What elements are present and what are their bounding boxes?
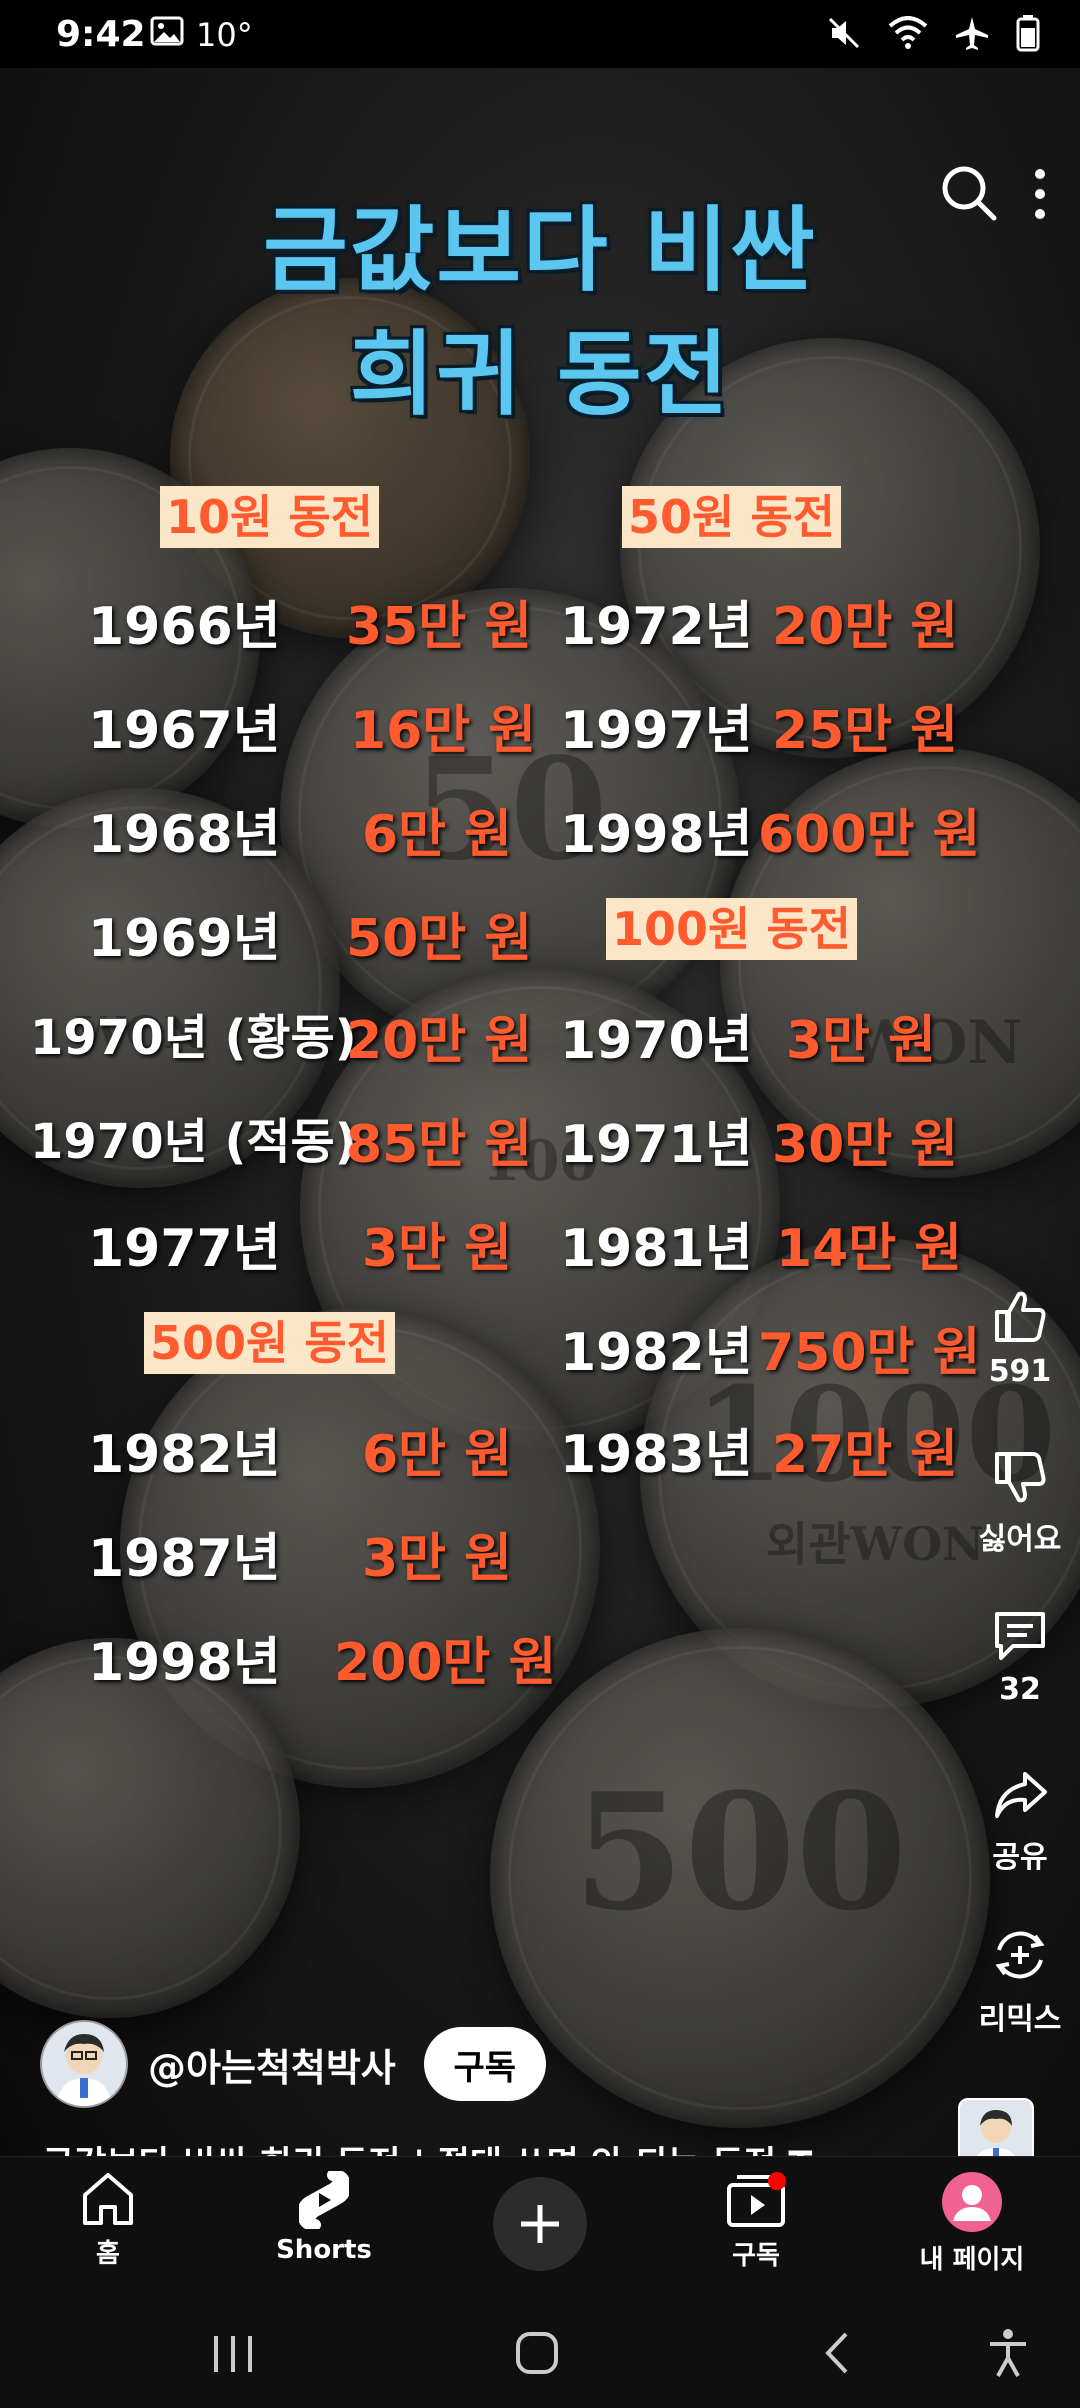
coin-year: 1970년 (황동) [30,1010,357,1066]
thumbs-down-icon [991,1452,1049,1510]
comment-count: 32 [999,1672,1041,1707]
video-description[interactable]: 금값보다 비싼 희귀 동전 | 절대 쓰면 안 되는 동전 T ... [42,2136,864,2156]
coin-year: 1987년 [88,1529,281,1589]
home-system-icon[interactable] [514,2330,560,2380]
wifi-icon [888,16,928,54]
coin-price: 20만 원 [346,1011,533,1071]
coin-image: 500 [490,1628,990,2128]
nav-home-label: 홈 [96,2239,120,2269]
coin-price: 50만 원 [346,909,533,969]
channel-info: @아는척척박사 구독 [40,2020,546,2108]
remix-button[interactable]: 리믹스 [960,1924,1080,2038]
video-title-line2: 희귀 동전 [349,321,731,428]
coin-price: 3만 원 [362,1529,512,1589]
nav-my-page[interactable]: 내 페이지 [892,2171,1052,2276]
battery-icon [1016,14,1040,56]
section-label-100won: 100원 동전 [606,898,857,960]
channel-handle[interactable]: @아는척척박사 [148,2037,396,2092]
create-button[interactable] [493,2177,587,2271]
coin-year: 1998년 [560,805,753,865]
bottom-navigation: 홈 Shorts 구독 내 페이지 [0,2156,1080,2293]
plus-icon [517,2201,563,2251]
coin-price: 27만 원 [772,1425,959,1485]
gallery-icon [150,16,184,54]
share-icon [991,1772,1049,1828]
coin-year: 1997년 [560,701,753,761]
coin-year: 1983년 [560,1425,753,1485]
coin-year: 1998년 [88,1633,281,1693]
coin-price: 200만 원 [334,1633,557,1693]
coin-price: 20만 원 [772,597,959,657]
nav-subscriptions[interactable]: 구독 [676,2171,836,2272]
coin-price: 3만 원 [786,1011,936,1071]
coin-price: 6만 원 [362,805,512,865]
remix-icon [989,1931,1051,1990]
status-bar: 9:42 10° [0,0,1080,68]
airplane-mode-icon [954,15,990,55]
section-label-50won: 50원 동전 [622,486,841,548]
section-label-10won: 10원 동전 [160,486,379,548]
coin-price: 3만 원 [362,1219,512,1279]
like-button[interactable]: 591 [960,1288,1080,1389]
mute-icon [826,15,862,55]
video-title-line1: 금값보다 비싼 [263,197,817,304]
coin-year: 1982년 [560,1323,753,1383]
coin-year: 1967년 [88,701,281,761]
coin-year: 1970년 (적동) [30,1114,357,1170]
coin-year: 1982년 [88,1425,281,1485]
system-navigation-bar [0,2292,1080,2408]
coin-year: 1981년 [560,1219,753,1279]
coin-price: 16만 원 [350,701,537,761]
coin-price: 25만 원 [772,701,959,761]
coin-year: 1970년 [560,1011,753,1071]
sound-thumbnail[interactable] [958,2098,1034,2156]
coin-year: 1972년 [560,597,753,657]
coin-year: 1971년 [560,1115,753,1175]
subscriptions-icon [725,2171,787,2233]
coin-price: 35만 원 [346,597,533,657]
subscribe-button[interactable]: 구독 [423,2027,546,2101]
nav-subscriptions-label: 구독 [732,2241,780,2271]
like-count: 591 [988,1354,1052,1389]
coin-year: 1969년 [88,909,281,969]
channel-avatar[interactable] [40,2020,128,2108]
clock: 9:42 [56,14,146,55]
thumbs-up-icon [991,1291,1049,1350]
nav-home[interactable]: 홈 [28,2171,188,2270]
comments-button[interactable]: 32 [960,1606,1080,1707]
back-icon[interactable] [822,2330,852,2380]
share-label: 공유 [992,1840,1048,1875]
share-button[interactable]: 공유 [960,1766,1080,1876]
coin-price: 750만 원 [758,1323,981,1383]
coin-price: 6만 원 [362,1425,512,1485]
coin-price: 600만 원 [758,805,981,865]
coin-price: 30만 원 [772,1115,959,1175]
coin-year: 1977년 [88,1219,281,1279]
recent-apps-icon[interactable] [210,2332,256,2380]
profile-avatar-icon [941,2172,1003,2237]
nav-my-page-label: 내 페이지 [919,2245,1025,2275]
nav-shorts[interactable]: Shorts [244,2169,404,2265]
dislike-label: 싫어요 [978,1522,1062,1557]
dislike-button[interactable]: 싫어요 [960,1448,1080,1558]
remix-label: 리믹스 [978,2002,1062,2037]
comment-icon [991,1612,1049,1668]
coin-price: 85만 원 [346,1115,533,1175]
accessibility-icon[interactable] [986,2328,1030,2382]
short-video-player[interactable]: 50 WON WON 100 1000 외관WON 500 금값보다 비싼 희귀 … [0,68,1080,2156]
coin-year: 1966년 [88,597,281,657]
nav-shorts-label: Shorts [276,2235,372,2265]
section-label-500won: 500원 동전 [144,1312,395,1374]
coin-engraving: 500 [573,1758,907,1946]
coin-price: 14만 원 [776,1219,963,1279]
coin-year: 1968년 [88,805,281,865]
home-icon [79,2173,137,2231]
shorts-icon [296,2169,352,2233]
weather-temp: 10° [196,16,253,54]
